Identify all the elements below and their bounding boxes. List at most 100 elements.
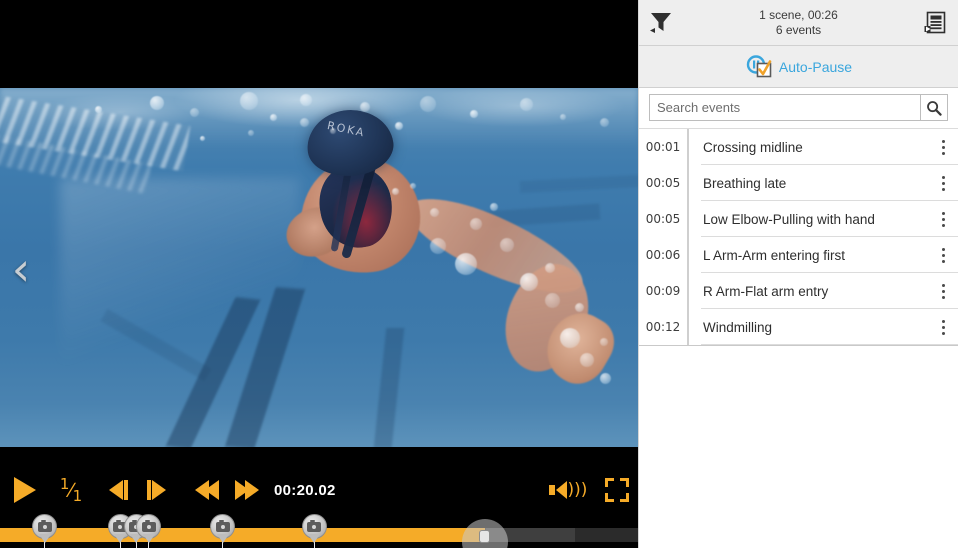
play-button[interactable]	[6, 466, 44, 514]
bubble	[150, 96, 164, 110]
event-time: 00:05	[639, 212, 687, 226]
volume-button[interactable]: )))	[548, 466, 588, 514]
volume-waves-icon: )))	[568, 482, 588, 499]
timeline-scrubber[interactable]	[0, 514, 638, 548]
kebab-menu-icon[interactable]	[928, 129, 958, 165]
event-name: L Arm-Arm entering first	[689, 248, 928, 263]
step-back-icon	[109, 480, 123, 500]
search-button[interactable]	[920, 95, 947, 120]
fast-forward-button[interactable]	[228, 466, 266, 514]
bubble	[600, 118, 609, 127]
bubble	[560, 114, 566, 120]
volume-icon	[556, 481, 567, 499]
step-forward-button[interactable]	[138, 466, 174, 514]
bubble	[545, 263, 555, 273]
event-time: 00:01	[639, 140, 687, 154]
video-frame-underwater-swimmer[interactable]: ROKA	[0, 88, 638, 447]
filter-funnel-icon	[649, 10, 673, 36]
bubble	[200, 136, 205, 141]
timeline-marker[interactable]	[136, 514, 161, 539]
event-row[interactable]: 00:09 R Arm-Flat arm entry	[639, 273, 958, 309]
video-player: ROKA ‹ 1⁄1 00:20.02)))	[0, 0, 638, 548]
step-forward-icon	[152, 480, 166, 500]
filter-button[interactable]	[639, 0, 683, 46]
playhead-handle[interactable]	[479, 530, 490, 543]
bubble	[560, 328, 580, 348]
camera-icon	[136, 514, 161, 539]
camera-icon	[302, 514, 327, 539]
events-panel-header: 1 scene, 00:26 6 events	[639, 0, 958, 46]
bubble	[95, 106, 102, 113]
rewind-icon-2	[205, 480, 219, 500]
bubble	[330, 128, 336, 134]
event-name: Breathing late	[689, 176, 928, 191]
step-back-button[interactable]	[100, 466, 136, 514]
scene-summary-line: 1 scene, 00:26	[683, 8, 914, 23]
event-time: 00:09	[639, 284, 687, 298]
bubble	[575, 303, 584, 312]
event-row[interactable]: 00:05 Low Elbow-Pulling with hand	[639, 201, 958, 237]
events-panel: 1 scene, 00:26 6 events Auto-Pause Searc…	[638, 0, 958, 548]
kebab-menu-icon[interactable]	[928, 237, 958, 273]
event-name: Crossing midline	[689, 140, 928, 155]
camera-icon	[32, 514, 57, 539]
bubble	[500, 238, 514, 252]
kebab-menu-icon[interactable]	[928, 273, 958, 309]
event-row[interactable]: 00:12 Windmilling	[639, 309, 958, 345]
event-row[interactable]: 00:06 L Arm-Arm entering first	[639, 237, 958, 273]
bubble	[240, 92, 258, 110]
kebab-menu-icon[interactable]	[928, 309, 958, 345]
event-list: 00:01 Crossing midline 00:05 Breathing late…	[639, 128, 958, 345]
bubble	[580, 353, 594, 367]
fullscreen-button[interactable]	[600, 466, 634, 514]
rate-numerator: 1	[60, 475, 70, 493]
auto-pause-label: Auto-Pause	[779, 59, 852, 75]
auto-pause-toggle[interactable]: Auto-Pause	[639, 46, 958, 88]
event-name: Low Elbow-Pulling with hand	[689, 212, 928, 227]
playback-rate-label: 1⁄1	[60, 475, 82, 505]
bubble	[300, 118, 309, 127]
bubble	[600, 338, 608, 346]
search-icon	[926, 100, 942, 116]
step-back-bar-icon	[124, 480, 128, 500]
search-bar	[639, 88, 958, 128]
bubble	[300, 94, 312, 106]
video-analysis-app: ROKA ‹ 1⁄1 00:20.02))) 1 scene, 00:26 6…	[0, 0, 958, 548]
scene-info: 1 scene, 00:26 6 events	[683, 8, 914, 38]
search-input[interactable]	[650, 95, 920, 120]
timeline-marker[interactable]	[32, 514, 57, 539]
bubble	[395, 122, 403, 130]
bubble	[270, 114, 277, 121]
video-stage[interactable]: ROKA	[0, 0, 638, 466]
kebab-menu-icon[interactable]	[928, 201, 958, 237]
bubble	[520, 98, 533, 111]
playlist-document-icon	[924, 10, 948, 36]
bubble	[392, 188, 399, 195]
kebab-menu-icon[interactable]	[928, 165, 958, 201]
rate-denominator: 1	[73, 487, 83, 505]
event-row[interactable]: 00:01 Crossing midline	[639, 129, 958, 165]
play-icon	[14, 477, 36, 503]
rewind-button[interactable]	[188, 466, 226, 514]
event-time: 00:06	[639, 248, 687, 262]
event-time: 00:12	[639, 320, 687, 334]
bubble	[470, 110, 478, 118]
playback-rate-button[interactable]: 1⁄1	[52, 466, 90, 514]
bubble	[410, 183, 416, 189]
fullscreen-icon	[605, 478, 629, 502]
timeline-marker[interactable]	[302, 514, 327, 539]
volume-icon-body	[549, 485, 555, 495]
event-list-bottom-border	[639, 345, 958, 346]
bubbles	[0, 88, 638, 447]
search-box[interactable]	[649, 94, 948, 121]
timeline-marker[interactable]	[210, 514, 235, 539]
previous-scene-chevron-icon[interactable]: ‹	[4, 236, 38, 302]
event-name: R Arm-Flat arm entry	[689, 284, 928, 299]
bubble	[430, 238, 446, 254]
bubble	[455, 253, 477, 275]
event-row[interactable]: 00:05 Breathing late	[639, 165, 958, 201]
bubble	[248, 130, 254, 136]
playlist-button[interactable]	[914, 0, 958, 46]
bubble	[420, 96, 436, 112]
pause-circle-check-icon	[745, 55, 773, 79]
